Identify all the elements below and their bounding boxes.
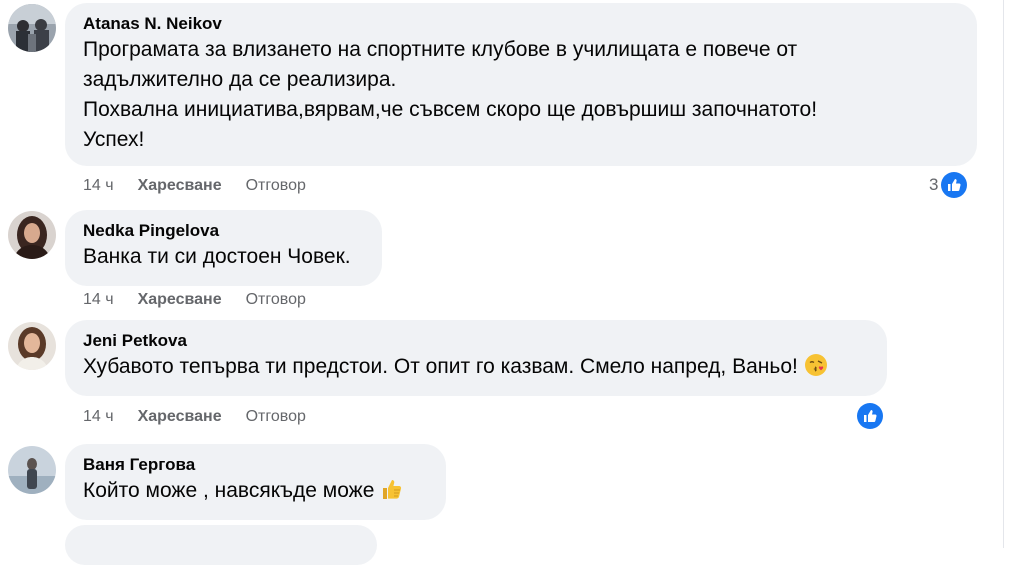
like-icon [857, 403, 883, 429]
thumbs-up-emoji [380, 477, 404, 510]
avatar[interactable] [8, 322, 56, 370]
face-blowing-kiss-emoji [804, 353, 828, 386]
comment-text-line: Успех! [83, 128, 145, 151]
reply-bubble-partial [65, 525, 377, 565]
comment-text-line: задължително да се реализира. [83, 68, 397, 91]
comment-timestamp[interactable]: 14 ч [83, 407, 114, 427]
reaction-summary[interactable]: 3 [929, 172, 968, 198]
comment-text-line: Който може , навсякъде може [83, 479, 375, 502]
reply-button[interactable]: Отговор [246, 290, 306, 310]
reaction-summary[interactable] [857, 403, 883, 429]
like-button[interactable]: Харесване [138, 407, 222, 427]
reply-button[interactable]: Отговор [246, 407, 306, 427]
comment-meta: 14 ч Харесване Отговор [83, 407, 306, 427]
comment-text-line: Похвална инициатива,вярвам,че съвсем ско… [83, 98, 818, 121]
comment-timestamp[interactable]: 14 ч [83, 176, 114, 196]
comment-author[interactable]: Nedka Pingelova [83, 220, 365, 242]
avatar[interactable] [8, 446, 56, 494]
comment-text-line: Програмата за влизането на спортните клу… [83, 38, 798, 61]
comment-author[interactable]: Atanas N. Neikov [83, 13, 960, 35]
comment-text-row: Хубавото тепърва ти предстои. От опит го… [83, 352, 870, 386]
like-button[interactable]: Харесване [138, 290, 222, 310]
page-edge-divider [1003, 0, 1004, 548]
avatar[interactable] [8, 211, 56, 259]
comment-author[interactable]: Jeni Petkova [83, 330, 870, 352]
comment-bubble: Atanas N. Neikov Програмата за влизането… [65, 3, 977, 166]
comment-meta: 14 ч Харесване Отговор [83, 290, 306, 310]
reply-button[interactable]: Отговор [246, 176, 306, 196]
comment-author[interactable]: Ваня Гергова [83, 454, 429, 476]
comment-bubble: Nedka Pingelova Ванка ти си достоен Чове… [65, 210, 382, 286]
like-icon [941, 172, 968, 198]
reaction-count: 3 [929, 175, 939, 194]
avatar[interactable] [8, 4, 56, 52]
comment-timestamp[interactable]: 14 ч [83, 290, 114, 310]
comment-text-row: Който може , навсякъде може [83, 476, 429, 510]
comment-meta: 14 ч Харесване Отговор [83, 176, 306, 196]
comment-bubble: Ваня Гергова Който може , навсякъде може [65, 444, 446, 520]
comment-text-line: Хубавото тепърва ти предстои. От опит го… [83, 355, 798, 378]
like-button[interactable]: Харесване [138, 176, 222, 196]
comment-text-line: Ванка ти си достоен Човек. [83, 245, 351, 268]
comment-bubble: Jeni Petkova Хубавото тепърва ти предсто… [65, 320, 887, 396]
